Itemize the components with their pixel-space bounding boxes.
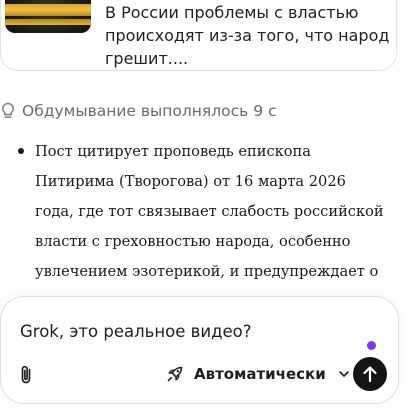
status-dot <box>367 341 376 350</box>
send-button[interactable] <box>353 357 387 391</box>
message-input[interactable] <box>20 319 340 343</box>
post-text: В России проблемы с властью происходят и… <box>105 3 390 68</box>
paperclip-icon <box>21 365 31 384</box>
lightbulb-icon <box>2 102 14 118</box>
model-mode-selector[interactable]: Автоматически <box>165 360 351 388</box>
message-composer: Автоматически <box>0 296 399 404</box>
quoted-post-card[interactable]: В России проблемы с властью происходят и… <box>0 0 397 71</box>
thinking-status[interactable]: Обдумывание выполнялось 9 с <box>0 99 277 123</box>
bullet-marker <box>18 148 24 154</box>
chevron-down-icon <box>338 371 349 377</box>
mode-label: Автоматически <box>194 365 326 383</box>
arrow-up-icon <box>363 366 377 383</box>
thinking-label: Обдумывание выполнялось 9 с <box>22 102 277 120</box>
answer-block: Пост цитирует проповедь епископа Питирим… <box>0 137 400 297</box>
attach-button[interactable] <box>15 363 37 387</box>
answer-bullet-text: Пост цитирует проповедь епископа Питирим… <box>35 143 384 297</box>
rocket-icon <box>167 366 183 382</box>
post-thumbnail <box>5 0 91 33</box>
